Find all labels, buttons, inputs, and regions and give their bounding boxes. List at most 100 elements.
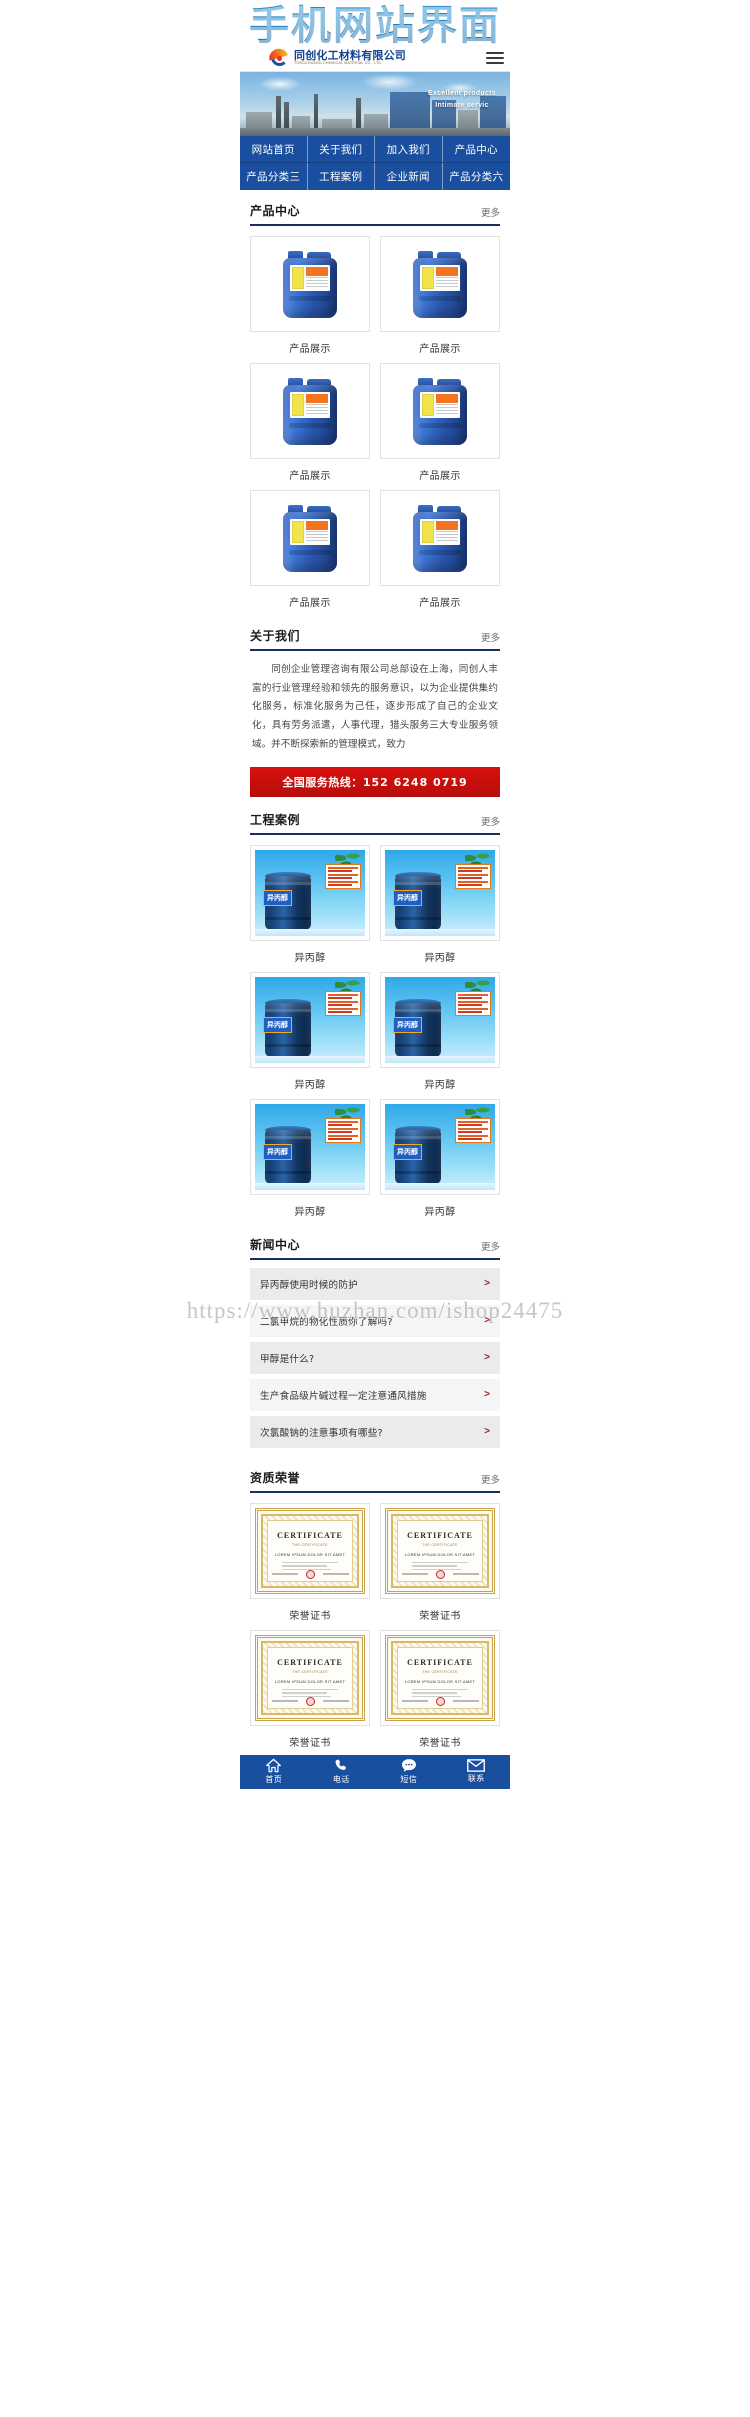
section-title: 关于我们 (250, 629, 301, 643)
certificate-subtitle: THE CERTIFICATE (292, 1542, 328, 1547)
news-title: 异丙醇使用时候的防护 (260, 1279, 358, 1291)
bottom-nav-sms[interactable]: 短信 (375, 1755, 443, 1789)
product-thumbnail (250, 363, 370, 459)
product-card[interactable]: 产品展示 (380, 363, 500, 482)
nav-item-category-three[interactable]: 产品分类三 (240, 163, 308, 190)
nav-item-about[interactable]: 关于我们 (308, 136, 375, 162)
news-title: 甲醇是什么? (260, 1353, 315, 1365)
product-thumbnail (380, 363, 500, 459)
honor-thumbnail: CERTIFICATE THE CERTIFICATE LOREM IPSUM … (250, 1629, 370, 1726)
hotline-banner[interactable]: 全国服务热线：152 6248 0719 (250, 766, 500, 797)
case-label: 异丙醇 (294, 952, 326, 964)
product-label: 产品展示 (289, 471, 331, 482)
section-title: 资质荣誉 (250, 1470, 301, 1485)
news-title: 二氯甲烷的物化性质你了解吗? (260, 1316, 393, 1328)
news-list-item[interactable]: 异丙醇使用时候的防护 > (250, 1267, 500, 1300)
nav-item-category-six[interactable]: 产品分类六 (443, 163, 511, 190)
section-about: 关于我们 更多 同创企业管理咨询有限公司总部设在上海，同创人丰富的行业管理经验和… (240, 627, 510, 799)
section-header-honors: 资质荣誉 更多 (250, 1469, 500, 1493)
section-title: 新闻中心 (250, 1237, 301, 1252)
bottom-nav-label: 联系 (467, 1774, 485, 1784)
product-card[interactable]: 产品展示 (380, 236, 500, 355)
honor-label: 荣誉证书 (419, 1610, 461, 1622)
mail-icon (467, 1759, 486, 1772)
section-header-news: 新闻中心 更多 (250, 1236, 500, 1260)
nav-item-news[interactable]: 企业新闻 (375, 163, 443, 190)
bottom-nav-home[interactable]: 首页 (240, 1755, 308, 1789)
jerrycan-product-image (279, 375, 341, 447)
news-list-item[interactable]: 二氯甲烷的物化性质你了解吗? > (250, 1304, 500, 1337)
product-thumbnail (250, 490, 370, 586)
product-thumbnail (250, 236, 370, 332)
more-link[interactable]: 更多 (481, 1472, 500, 1486)
certificate-subtitle: THE CERTIFICATE (422, 1542, 458, 1547)
hamburger-menu-icon[interactable] (486, 51, 504, 65)
product-grid: 产品展示 产品展示 产品展示 产品展示 产品展示 产品展示 (240, 226, 510, 613)
product-card[interactable]: 产品展示 (250, 490, 370, 609)
logo-text: 同创化工材料有限公司 TONGCHUANG CHEMICAL MATERIAL … (294, 50, 406, 66)
certificate-image: CERTIFICATE THE CERTIFICATE LOREM IPSUM … (255, 1507, 365, 1594)
certificate-subtitle: THE CERTIFICATE (422, 1669, 458, 1674)
hotline-number: 152 6248 0719 (362, 775, 468, 789)
product-card[interactable]: 产品展示 (250, 363, 370, 482)
news-list-item[interactable]: 次氯酸钠的注意事项有哪些? > (250, 1415, 500, 1448)
honor-grid: CERTIFICATE THE CERTIFICATE LOREM IPSUM … (240, 1493, 510, 1753)
bottom-nav-label: 首页 (265, 1775, 283, 1785)
certificate-image: CERTIFICATE THE CERTIFICATE LOREM IPSUM … (255, 1634, 365, 1721)
jerrycan-product-image (409, 502, 471, 574)
case-label: 异丙醇 (424, 1079, 456, 1091)
nav-item-products[interactable]: 产品中心 (443, 136, 511, 162)
product-card[interactable]: 产品展示 (250, 236, 370, 355)
certificate-heading: LOREM IPSUM DOLOR SIT AMET (274, 1551, 346, 1557)
more-link[interactable]: 更多 (481, 630, 500, 644)
more-link[interactable]: 更多 (481, 205, 500, 219)
certificate-heading: LOREM IPSUM DOLOR SIT AMET (404, 1551, 476, 1557)
honor-card[interactable]: CERTIFICATE THE CERTIFICATE LOREM IPSUM … (250, 1629, 370, 1749)
hero-banner[interactable]: Excellent products Intimate servic (240, 72, 510, 136)
case-card[interactable]: 异丙醇 异丙醇 (380, 1098, 500, 1218)
more-link[interactable]: 更多 (481, 1239, 500, 1253)
bottom-nav-phone[interactable]: 电话 (308, 1755, 376, 1789)
news-title: 生产食品级片碱过程一定注意通风措施 (260, 1390, 427, 1402)
case-label: 异丙醇 (424, 1206, 456, 1218)
news-list-item[interactable]: 生产食品级片碱过程一定注意通风措施 > (250, 1378, 500, 1411)
honor-card[interactable]: CERTIFICATE THE CERTIFICATE LOREM IPSUM … (250, 1502, 370, 1622)
page-root: 手机网站界面 同创化工材料有限公司 TONGCHUANG CHEMICAL MA… (0, 0, 750, 2417)
case-card[interactable]: 异丙醇 异丙醇 (250, 844, 370, 964)
case-tag: 异丙醇 (393, 1143, 422, 1160)
certificate-title: CERTIFICATE (407, 1530, 473, 1540)
product-label: 产品展示 (289, 598, 331, 609)
bottom-nav-contact[interactable]: 联系 (443, 1755, 511, 1789)
section-header-products: 产品中心 更多 (250, 202, 500, 226)
honor-label: 荣誉证书 (289, 1610, 331, 1622)
certificate-title: CERTIFICATE (277, 1530, 343, 1540)
news-list-item[interactable]: 甲醇是什么? > (250, 1341, 500, 1374)
product-thumbnail (380, 236, 500, 332)
certificate-title: CERTIFICATE (277, 1657, 343, 1667)
case-thumbnail: 异丙醇 (250, 844, 370, 941)
nav-item-cases[interactable]: 工程案例 (308, 163, 375, 190)
certificate-title: CERTIFICATE (407, 1657, 473, 1667)
honor-card[interactable]: CERTIFICATE THE CERTIFICATE LOREM IPSUM … (380, 1502, 500, 1622)
honor-card[interactable]: CERTIFICATE THE CERTIFICATE LOREM IPSUM … (380, 1629, 500, 1749)
case-card[interactable]: 异丙醇 异丙醇 (250, 1098, 370, 1218)
product-thumbnail (380, 490, 500, 586)
case-card[interactable]: 异丙醇 异丙醇 (250, 971, 370, 1091)
case-card[interactable]: 异丙醇 异丙醇 (380, 844, 500, 964)
case-thumbnail: 异丙醇 (250, 971, 370, 1068)
logo[interactable]: 同创化工材料有限公司 TONGCHUANG CHEMICAL MATERIAL … (267, 46, 406, 68)
section-news: 新闻中心 更多 异丙醇使用时候的防护 > 二氯甲烷的物化性质你了解吗? > 甲醇… (240, 1236, 510, 1457)
section-cases: 工程案例 更多 异丙醇 异丙醇 异丙醇 异丙醇 异丙醇 异丙醇 异丙醇 异丙醇 … (240, 811, 510, 1224)
case-label: 异丙醇 (294, 1206, 326, 1218)
section-products: 产品中心 更多 产品展示 产品展示 产品展示 产品展示 产品展示 产品展示 (240, 202, 510, 615)
product-card[interactable]: 产品展示 (380, 490, 500, 609)
honor-label: 荣誉证书 (419, 1737, 461, 1749)
nav-item-home[interactable]: 网站首页 (240, 136, 308, 162)
news-title: 次氯酸钠的注意事项有哪些? (260, 1427, 383, 1439)
section-honors: 资质荣誉 更多 CERTIFICATE THE CERTIFICATE LORE… (240, 1469, 510, 1755)
more-link[interactable]: 更多 (481, 814, 500, 828)
certificate-heading: LOREM IPSUM DOLOR SIT AMET (404, 1678, 476, 1684)
nav-item-join[interactable]: 加入我们 (375, 136, 443, 162)
case-card[interactable]: 异丙醇 异丙醇 (380, 971, 500, 1091)
message-icon (401, 1758, 417, 1773)
